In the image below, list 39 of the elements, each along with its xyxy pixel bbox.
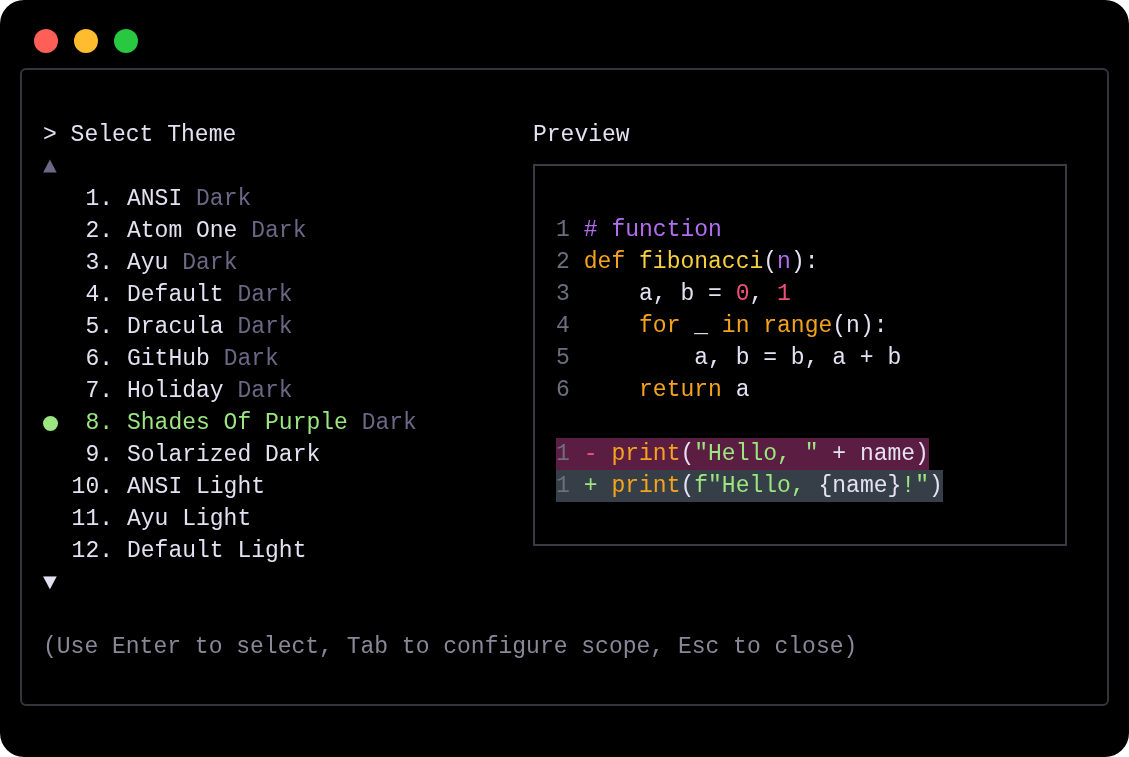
theme-option[interactable]: 1. ANSI Dark: [71, 183, 252, 215]
theme-option[interactable]: 2. Atom One Dark: [71, 215, 307, 247]
line-number: 1: [556, 217, 570, 243]
theme-option[interactable]: 5. Dracula Dark: [71, 311, 293, 343]
diff-sign: -: [583, 441, 598, 467]
help-text: (Use Enter to select, Tab to configure scope, Esc to close): [43, 633, 859, 662]
line-number: 4: [556, 313, 570, 339]
theme-option[interactable]: 7. Holiday Dark: [71, 375, 293, 407]
theme-option[interactable]: 8. Shades Of Purple Dark: [71, 407, 417, 439]
theme-option[interactable]: 4. Default Dark: [71, 279, 293, 311]
selected-dot-icon: [43, 415, 58, 431]
theme-option[interactable]: 10. ANSI Light: [71, 471, 266, 503]
line-number: 2: [556, 249, 570, 275]
code-text: for _ in range(n):: [638, 313, 888, 339]
scroll-arrow-icon: ▼: [43, 570, 57, 596]
diff-sign: +: [583, 473, 598, 499]
line-number: 5: [556, 345, 570, 371]
code-text: # function: [583, 217, 722, 243]
code-text: print(f"Hello, {name}!"): [611, 473, 943, 499]
theme-option[interactable]: 6. GitHub Dark: [71, 343, 279, 375]
theme-option[interactable]: 11. Ayu Light: [71, 503, 252, 535]
line-number: 1: [556, 473, 570, 499]
preview-title: Preview: [533, 121, 631, 150]
line-number: 6: [556, 377, 570, 403]
code-text: return a: [638, 377, 750, 403]
line-number: 3: [556, 281, 570, 307]
code-text: def fibonacci(n):: [583, 249, 819, 275]
prompt-title: > Select Theme: [43, 121, 238, 150]
window-control-button[interactable]: [34, 29, 58, 53]
window-control-button[interactable]: [114, 29, 138, 53]
line-number: 1: [556, 441, 570, 467]
window-control-button[interactable]: [74, 29, 98, 53]
code-text: a, b = 0, 1: [638, 281, 791, 307]
theme-option[interactable]: 12. Default Light: [71, 535, 307, 567]
scroll-arrow-icon: ▲: [43, 154, 57, 180]
code-text: print("Hello, " + name): [611, 441, 929, 467]
theme-option[interactable]: 9. Solarized Dark: [71, 439, 321, 471]
code-text: a, b = b, a + b: [693, 345, 902, 371]
theme-option[interactable]: 3. Ayu Dark: [71, 247, 238, 279]
